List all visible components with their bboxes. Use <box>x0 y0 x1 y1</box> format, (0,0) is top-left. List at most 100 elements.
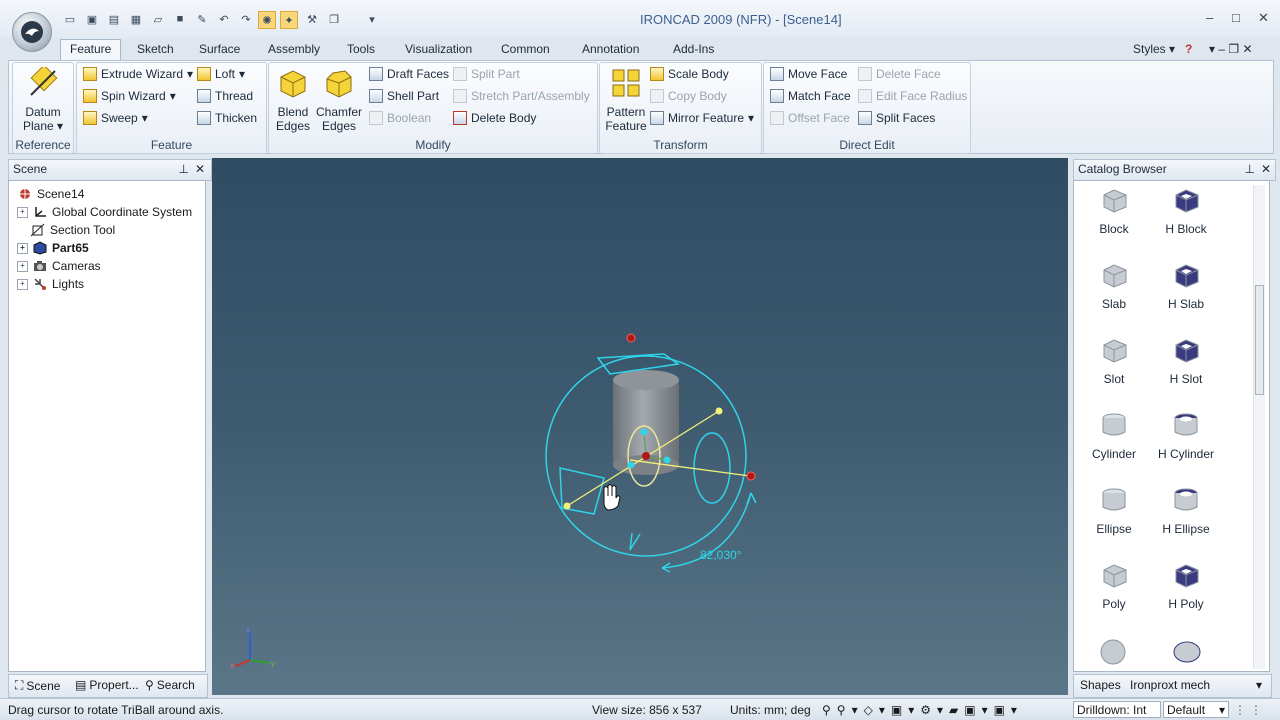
print-icon[interactable]: ▦ <box>128 11 144 27</box>
delete-body-button[interactable]: Delete Body <box>453 111 536 125</box>
catalog-item-h-slab[interactable]: H Slab <box>1146 260 1226 311</box>
expand-icon[interactable]: + <box>17 278 28 290</box>
catalog-item-cylinder[interactable]: Cylinder <box>1074 410 1154 461</box>
spin-wizard-button[interactable]: Spin Wizard ▾ <box>83 89 176 103</box>
close-icon[interactable]: ✕ <box>1261 160 1271 179</box>
drilldown-select[interactable]: Drilldown: Int <box>1073 701 1161 718</box>
tab-surface[interactable]: Surface <box>190 40 249 60</box>
scene-canvas[interactable]: 82,030° z y x <box>212 158 1068 695</box>
catalog-item-h-block[interactable]: H Block <box>1146 185 1226 236</box>
catalog-item-ellipse[interactable]: Ellipse <box>1074 485 1154 536</box>
tab-annotation[interactable]: Annotation <box>573 40 648 60</box>
tab-assembly[interactable]: Assembly <box>259 40 329 60</box>
ribbon-minimize-icon[interactable]: ▾ – ❐ ✕ <box>1200 40 1262 60</box>
triball-icon[interactable]: ✺ <box>258 11 276 29</box>
axis-start-handle[interactable] <box>563 502 571 510</box>
catalog-item-h-ellipse[interactable]: H Ellipse <box>1146 485 1226 536</box>
edit-face-radius-button[interactable]: Edit Face Radius <box>858 89 967 103</box>
catalog-item-slot[interactable]: Slot <box>1074 335 1154 386</box>
split-part-button[interactable]: Split Part <box>453 67 520 81</box>
window-icon[interactable]: ❐ <box>326 11 342 27</box>
sweep-button[interactable]: Sweep ▾ <box>83 111 148 125</box>
close-icon[interactable]: ✕ <box>195 160 205 179</box>
h-sphere-shape-icon[interactable] <box>1172 637 1202 667</box>
triball-top-handle[interactable] <box>626 333 636 343</box>
pattern-feature-button[interactable]: Pattern Feature <box>602 67 650 133</box>
expand-icon[interactable]: + <box>17 206 28 218</box>
open-icon[interactable]: ▱ <box>150 11 166 27</box>
tree-item-global-coordinate-system[interactable]: + Global Coordinate System <box>17 203 192 221</box>
tab-shapes[interactable]: Shapes <box>1080 678 1121 692</box>
minimize-button[interactable]: – <box>1206 10 1213 25</box>
mirror-feature-button[interactable]: Mirror Feature ▾ <box>650 111 754 125</box>
thicken-button[interactable]: Thicken <box>197 111 257 125</box>
catalog-item-h-slot[interactable]: H Slot <box>1146 335 1226 386</box>
chamfer-edges-button[interactable]: Chamfer Edges <box>315 67 363 133</box>
axis-end-handle[interactable] <box>715 407 723 415</box>
pin-icon[interactable]: ⊥ <box>179 160 189 179</box>
triball-axis-ring[interactable] <box>693 432 731 504</box>
delete-face-button[interactable]: Delete Face <box>858 67 941 81</box>
cyan-handle[interactable] <box>627 461 635 469</box>
tab-sketch[interactable]: Sketch <box>128 40 183 60</box>
tree-item-part65[interactable]: + Part65 <box>17 239 89 257</box>
catalog-item-h-poly[interactable]: H Poly <box>1146 560 1226 611</box>
edit-icon[interactable]: ✎ <box>194 11 210 27</box>
triball-right-handle[interactable] <box>746 471 756 481</box>
split-faces-button[interactable]: Split Faces <box>858 111 935 125</box>
cyan-handle[interactable] <box>640 428 648 436</box>
redo-icon[interactable]: ↷ <box>238 11 254 27</box>
close-button[interactable]: ✕ <box>1258 10 1269 26</box>
tab-add-ins[interactable]: Add-Ins <box>664 40 723 60</box>
application-menu-button[interactable] <box>12 12 52 52</box>
view-tools-icons[interactable]: ⚲⚲▾◇▾▣▾⚙▾▰▣▾▣▾ <box>822 703 1023 717</box>
catalog-item-slab[interactable]: Slab <box>1074 260 1154 311</box>
cyan-handle[interactable] <box>663 456 671 464</box>
tab-scene[interactable]: ⛶ Scene <box>15 678 60 693</box>
tab-tools[interactable]: Tools <box>338 40 384 60</box>
export-icon[interactable]: ▤ <box>106 11 122 27</box>
boolean-button[interactable]: Boolean <box>369 111 431 125</box>
tab-search[interactable]: ⚲ Search <box>145 678 195 692</box>
catalog-dropdown-icon[interactable]: ▾ <box>1256 678 1262 692</box>
smartsnap-icon[interactable]: ✦ <box>280 11 298 29</box>
expand-icon[interactable]: + <box>17 260 28 272</box>
catalog-item-poly[interactable]: Poly <box>1074 560 1154 611</box>
tree-item-lights[interactable]: + Lights <box>17 275 84 293</box>
datum-plane-button[interactable]: Datum Plane ▾ <box>19 64 67 133</box>
new-icon[interactable]: ▭ <box>62 11 78 27</box>
style-select[interactable]: Default ▾ <box>1163 701 1229 718</box>
expand-icon[interactable]: + <box>17 242 28 254</box>
catalog-item-h-cylinder[interactable]: H Cylinder <box>1146 410 1226 461</box>
tab-properties[interactable]: ▤ Propert... <box>75 678 139 692</box>
catalog-item-block[interactable]: Block <box>1074 185 1154 236</box>
stretch-part-button[interactable]: Stretch Part/Assembly <box>453 89 590 103</box>
save-all-icon[interactable]: ■ <box>172 11 188 27</box>
pin-icon[interactable]: ⊥ <box>1245 160 1255 179</box>
sphere-shape-icon[interactable] <box>1098 637 1128 667</box>
tree-item-section-tool[interactable]: Section Tool <box>30 221 115 239</box>
restore-button[interactable]: □ <box>1232 10 1240 25</box>
extrude-wizard-button[interactable]: Extrude Wizard ▾ <box>83 67 193 81</box>
tab-visualization[interactable]: Visualization <box>396 40 481 60</box>
scale-body-button[interactable]: Scale Body <box>650 67 729 81</box>
catalog-scrollbar[interactable] <box>1253 185 1265 669</box>
offset-face-button[interactable]: Offset Face <box>770 111 850 125</box>
draft-faces-button[interactable]: Draft Faces <box>369 67 449 81</box>
copy-body-button[interactable]: Copy Body <box>650 89 727 103</box>
tree-item-scene[interactable]: Scene14 <box>17 185 84 203</box>
tree-item-cameras[interactable]: + Cameras <box>17 257 101 275</box>
move-face-button[interactable]: Move Face <box>770 67 847 81</box>
match-face-button[interactable]: Match Face <box>770 89 851 103</box>
thread-button[interactable]: Thread <box>197 89 253 103</box>
blend-edges-button[interactable]: Blend Edges <box>273 67 313 133</box>
save-icon[interactable]: ▣ <box>84 11 100 27</box>
tab-ironproxt-mech[interactable]: Ironproxt mech <box>1130 678 1210 692</box>
3d-viewport[interactable]: 82,030° z y x <box>212 158 1068 695</box>
undo-icon[interactable]: ↶ <box>216 11 232 27</box>
help-button[interactable]: ? <box>1176 40 1201 60</box>
triball-center-handle[interactable] <box>642 452 650 460</box>
loft-button[interactable]: Loft ▾ <box>197 67 245 81</box>
customize-icon[interactable]: ▾ <box>364 11 380 27</box>
tab-common[interactable]: Common <box>492 40 559 60</box>
